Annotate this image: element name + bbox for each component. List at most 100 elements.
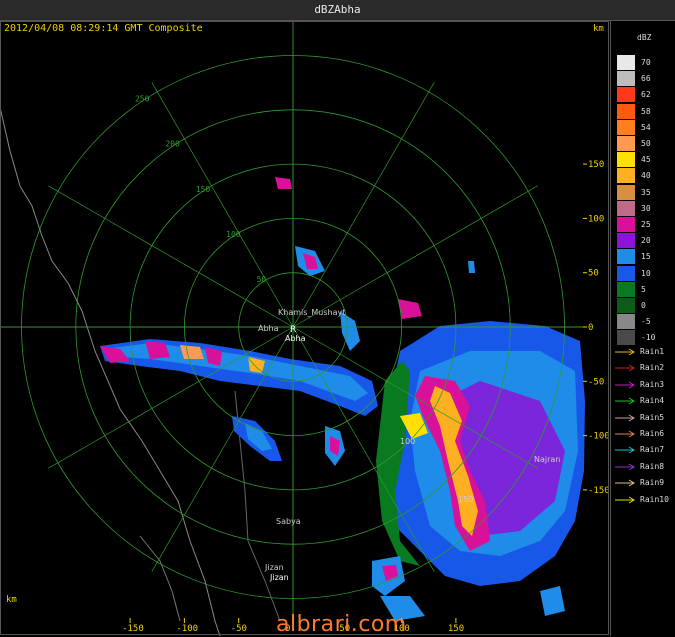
- legend-swatch: [617, 200, 635, 216]
- cell-e1: [468, 261, 475, 273]
- ring-label: 200: [165, 140, 180, 149]
- rain-legend-item[interactable]: Rain7: [615, 444, 675, 456]
- rain-legend-item[interactable]: Rain10: [615, 494, 675, 506]
- legend-value: 10: [641, 268, 651, 278]
- cell-ne1: [398, 299, 422, 319]
- rain-arrow-icon: [615, 496, 635, 504]
- place-sabya: Sabya: [276, 517, 301, 526]
- island-line: [139, 535, 181, 622]
- place-jizan: Jizan: [270, 573, 289, 582]
- place-khamis: Khamis_Mushayt: [278, 308, 346, 317]
- rain-legend-item[interactable]: Rain1: [615, 346, 675, 358]
- legend-value: 66: [641, 74, 651, 84]
- ring-label: 100: [226, 230, 241, 239]
- place-label-150: 150: [458, 495, 474, 504]
- rain-legend-item[interactable]: Rain3: [615, 379, 675, 391]
- km-label-bottom-left: km: [6, 595, 17, 605]
- legend-value: 40: [641, 171, 651, 181]
- rain-label: Rain8: [640, 461, 665, 471]
- y-tick-label: 50: [588, 269, 599, 279]
- rain-legend-item[interactable]: Rain2: [615, 362, 675, 374]
- place-label-100: 100: [400, 437, 416, 446]
- legend-swatch: [617, 249, 635, 265]
- legend-value: 30: [641, 203, 651, 213]
- rain-label: Rain9: [640, 478, 665, 488]
- range-spoke: [48, 185, 294, 328]
- rain-legend-item[interactable]: Rain8: [615, 461, 675, 473]
- legend-value: 58: [641, 106, 651, 116]
- legend-swatch: [617, 298, 635, 313]
- legend-value: 54: [641, 122, 651, 132]
- y-tick-label: -50: [588, 377, 604, 387]
- legend-swatch: [617, 217, 635, 232]
- legend-panel: dBZ 70 66 62 58 54 50 45 40 35 30 25 20 15 10 5 0 -5 -10 …: [610, 21, 675, 636]
- legend-swatch: [617, 55, 635, 70]
- window-title-bar: dBZAbha: [0, 0, 675, 21]
- place-abha-grey: Abha: [258, 324, 279, 333]
- radar-display[interactable]: 50 100 150 200 250 -150 -100 -50 0 50 100 150 150 10…: [0, 21, 610, 636]
- rain-label: Rain7: [640, 445, 665, 455]
- x-tick-label: -100: [176, 624, 198, 634]
- legend-swatch: [617, 281, 635, 297]
- legend-swatch: [617, 314, 635, 330]
- legend-value: -10: [641, 333, 656, 343]
- range-spoke: [292, 82, 435, 328]
- legend-swatch: [617, 168, 635, 184]
- place-abha: Abha: [285, 334, 306, 343]
- rain-label: Rain6: [640, 429, 665, 438]
- legend-swatch: [617, 119, 635, 135]
- rain-legend-item[interactable]: Rain6: [615, 428, 675, 440]
- cell-ne2: [340, 311, 360, 351]
- rain-arrow-icon: [615, 446, 635, 454]
- legend-value: 45: [641, 155, 651, 165]
- legend-swatch: [617, 103, 635, 119]
- timestamp-label: 2012/04/08 08:29:14 GMT Composite: [4, 23, 203, 34]
- window-title: dBZAbha: [314, 3, 361, 16]
- ring-label: 250: [135, 95, 150, 104]
- y-tick-label: 0: [588, 323, 593, 333]
- legend-value: 15: [641, 252, 651, 262]
- rain-label: Rain10: [640, 494, 669, 504]
- legend-value: 62: [641, 90, 651, 100]
- place-najran: Najran: [534, 455, 561, 464]
- legend-swatch: [617, 136, 635, 151]
- legend-value: 25: [641, 220, 651, 229]
- legend-value: 35: [641, 187, 651, 197]
- place-jizan-grey: Jizan: [265, 563, 284, 572]
- y-tick-label: 150: [588, 160, 604, 170]
- legend-value: 70: [641, 58, 651, 67]
- watermark-text: albrari.com: [276, 612, 407, 637]
- rain-label: Rain3: [640, 379, 665, 389]
- rain-arrow-icon: [615, 397, 635, 405]
- x-tick-label: -50: [231, 624, 247, 634]
- rain-legend-item[interactable]: Rain5: [615, 412, 675, 424]
- rain-label: Rain4: [640, 396, 665, 406]
- rain-arrow-icon: [615, 381, 635, 389]
- radar-svg: 50 100 150 200 250 -150 -100 -50 0 50 100 150 150 10…: [0, 21, 610, 636]
- y-tick-label: 100: [588, 214, 604, 224]
- rain-label: Rain5: [640, 412, 665, 422]
- legend-value: 5: [641, 284, 646, 294]
- rain-arrow-icon: [615, 364, 635, 372]
- x-tick-label: 150: [448, 624, 464, 634]
- legend-swatch: [617, 330, 635, 346]
- rain-label: Rain1: [640, 347, 665, 356]
- ring-label: 50: [257, 275, 267, 284]
- legend-title: dBZ: [637, 33, 652, 42]
- rain-legend-item[interactable]: Rain9: [615, 477, 675, 489]
- y-tick-label: -100: [588, 432, 610, 442]
- rain-arrow-icon: [615, 430, 635, 438]
- rain-label: Rain2: [640, 363, 665, 373]
- legend-swatch: [617, 87, 635, 103]
- rain-arrow-icon: [615, 348, 635, 356]
- legend-value: 0: [641, 301, 646, 310]
- legend-swatch: [617, 184, 635, 200]
- legend-value: 20: [641, 236, 651, 246]
- cell-se3: [540, 586, 565, 616]
- rain-arrow-icon: [615, 463, 635, 471]
- rain-arrow-icon: [615, 479, 635, 487]
- range-spoke: [151, 82, 294, 328]
- rain-legend-item[interactable]: Rain4: [615, 395, 675, 407]
- x-tick-label: -150: [122, 624, 144, 634]
- legend-swatch: [617, 233, 635, 249]
